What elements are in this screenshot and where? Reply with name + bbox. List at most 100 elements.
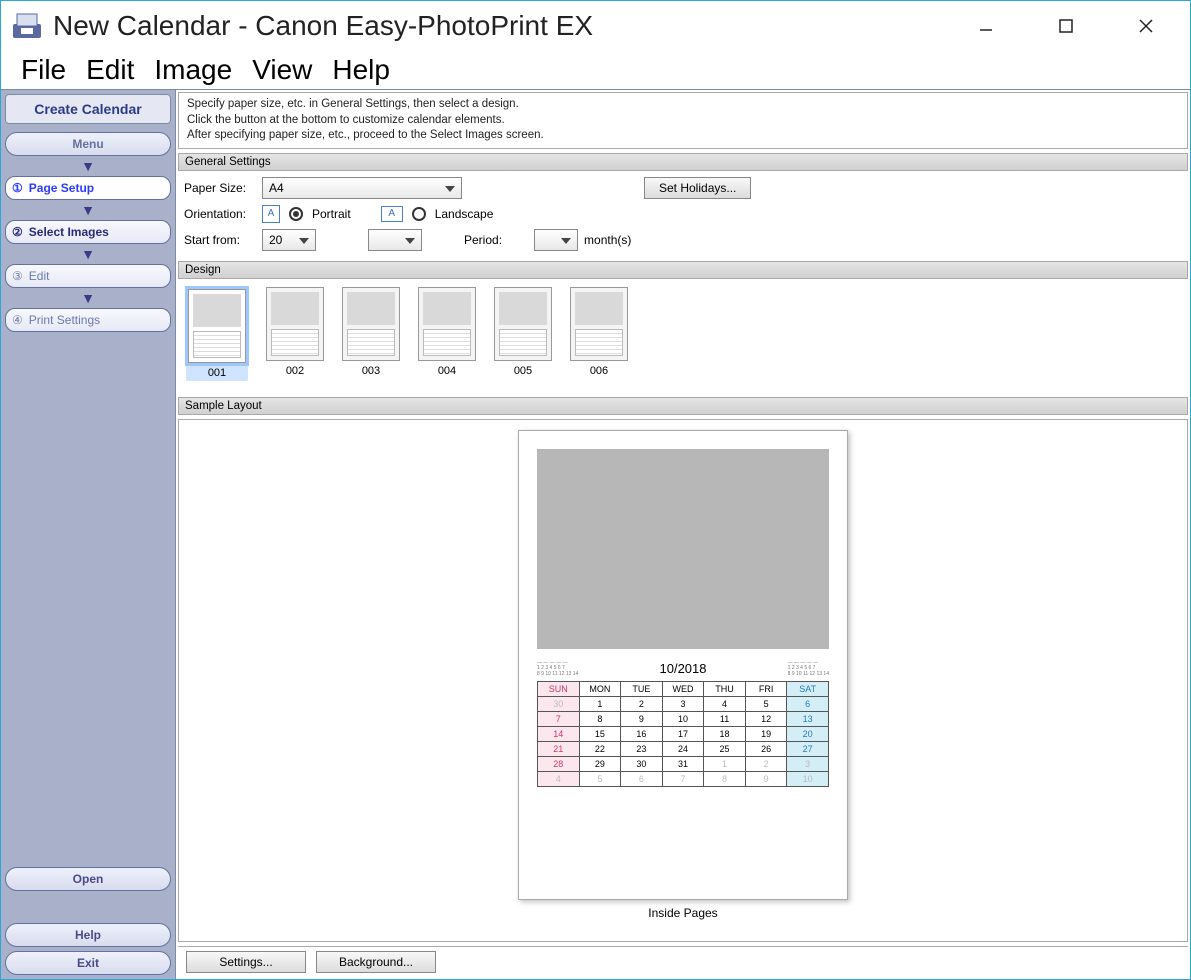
menu-help[interactable]: Help [322,54,400,86]
step-select-images[interactable]: ②Select Images [5,220,171,244]
calendar-cell: 9 [745,772,787,787]
open-button[interactable]: Open [5,867,171,891]
step-print-settings[interactable]: ④Print Settings [5,308,171,332]
sample-page: — — — — —1 2 3 4 5 6 78 9 10 11 12 13 14… [518,430,848,900]
menu-file[interactable]: File [11,54,76,86]
calendar-cell: 6 [621,772,663,787]
design-list: 001 002 003 004 005 006 [176,281,1190,395]
portrait-radio[interactable] [289,207,303,221]
calendar-cell: 18 [704,727,746,742]
calendar-cell: 3 [787,757,829,772]
calendar-cell: 13 [787,712,829,727]
calendar-cell: 8 [579,712,621,727]
weekday-header: TUE [621,682,663,697]
step-label: Page Setup [29,181,94,195]
design-thumb-006[interactable]: 006 [570,287,628,381]
menu-view[interactable]: View [242,54,322,86]
calendar-cell: 1 [704,757,746,772]
calendar-cell: 31 [662,757,704,772]
weekday-header: FRI [745,682,787,697]
chevron-down-icon [561,233,571,247]
design-thumb-002[interactable]: 002 [266,287,324,381]
calendar-cell: 24 [662,742,704,757]
arrow-down-icon: ▼ [5,204,171,216]
calendar-cell: 29 [579,757,621,772]
design-label: 006 [570,365,628,377]
hint-line: After specifying paper size, etc., proce… [187,128,1179,144]
design-label: 005 [494,365,552,377]
calendar-cell: 17 [662,727,704,742]
step-edit[interactable]: ③Edit [5,264,171,288]
calendar-cell: 4 [704,697,746,712]
weekday-header: SAT [787,682,829,697]
orientation-label: Orientation: [184,207,256,221]
design-thumb-005[interactable]: 005 [494,287,552,381]
design-label: 003 [342,365,400,377]
set-holidays-button[interactable]: Set Holidays... [644,177,751,199]
landscape-radio[interactable] [412,207,426,221]
settings-button[interactable]: Settings... [186,951,306,973]
calendar-cell: 1 [579,697,621,712]
calendar-cell: 7 [538,712,580,727]
calendar-cell: 20 [787,727,829,742]
background-button[interactable]: Background... [316,951,436,973]
design-thumb-001[interactable]: 001 [186,287,248,381]
weekday-header: SUN [538,682,580,697]
help-button[interactable]: Help [5,923,171,947]
calendar-cell: 19 [745,727,787,742]
start-month-select[interactable] [368,229,422,251]
calendar-cell: 10 [787,772,829,787]
menu-edit[interactable]: Edit [76,54,144,86]
chevron-down-icon [405,233,415,247]
step-label: Edit [29,269,50,283]
calendar-cell: 25 [704,742,746,757]
close-button[interactable] [1106,6,1186,46]
calendar-cell: 26 [745,742,787,757]
portrait-icon: A [262,205,280,223]
calendar-cell: 8 [704,772,746,787]
chevron-down-icon [299,233,309,247]
calendar-cell: 27 [787,742,829,757]
step-label: Select Images [29,225,109,239]
prev-month-mini: — — — — —1 2 3 4 5 6 78 9 10 11 12 13 14 [537,661,578,678]
calendar-table: SUNMONTUEWEDTHUFRISAT3012345678910111213… [537,681,829,787]
calendar-cell: 5 [745,697,787,712]
step-page-setup[interactable]: ①Page Setup [5,176,171,200]
general-settings: Paper Size: A4 Set Holidays... Orientati… [176,173,1190,259]
chevron-down-icon [445,181,455,195]
weekday-header: WED [662,682,704,697]
calendar-cell: 28 [538,757,580,772]
exit-button[interactable]: Exit [5,951,171,975]
minimize-button[interactable] [946,6,1026,46]
menu-button[interactable]: Menu [5,132,171,156]
window-title: New Calendar - Canon Easy-PhotoPrint EX [53,10,946,42]
calendar-cell: 12 [745,712,787,727]
sample-layout-area: — — — — —1 2 3 4 5 6 78 9 10 11 12 13 14… [178,419,1188,942]
hint-line: Specify paper size, etc. in General Sett… [187,97,1179,113]
period-unit: month(s) [584,233,631,247]
main-panel: Specify paper size, etc. in General Sett… [176,90,1190,979]
calendar-cell: 11 [704,712,746,727]
calendar-cell: 23 [621,742,663,757]
hint-line: Click the button at the bottom to custom… [187,113,1179,129]
menu-image[interactable]: Image [144,54,242,86]
period-select[interactable] [534,229,578,251]
calendar-cell: 30 [538,697,580,712]
design-thumb-003[interactable]: 003 [342,287,400,381]
calendar-cell: 22 [579,742,621,757]
calendar-cell: 10 [662,712,704,727]
sample-caption: Inside Pages [648,906,717,920]
paper-size-label: Paper Size: [184,181,256,195]
bottom-bar: Settings... Background... [178,946,1188,977]
paper-size-value: A4 [269,181,284,195]
landscape-icon: A [381,206,403,222]
paper-size-select[interactable]: A4 [262,177,462,199]
sample-layout-heading: Sample Layout [178,397,1188,415]
weekday-header: MON [579,682,621,697]
start-year-select[interactable]: 20 [262,229,316,251]
maximize-button[interactable] [1026,6,1106,46]
design-thumb-004[interactable]: 004 [418,287,476,381]
next-month-mini: — — — — —1 2 3 4 5 6 78 9 10 11 12 13 14 [788,661,829,678]
calendar-cell: 2 [745,757,787,772]
calendar-cell: 9 [621,712,663,727]
